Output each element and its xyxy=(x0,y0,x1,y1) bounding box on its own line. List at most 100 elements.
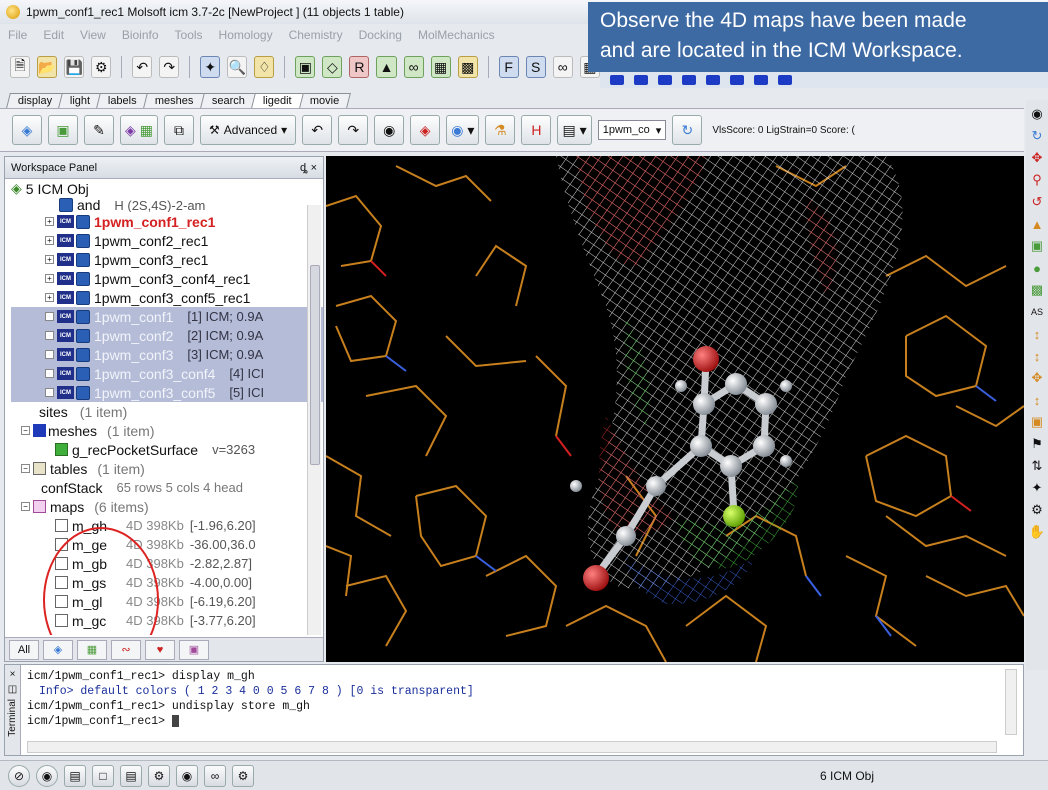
panel-window-controls[interactable]: ȡ × xyxy=(300,162,317,174)
flask-button[interactable]: ⚗ xyxy=(485,115,516,145)
map-checkbox[interactable] xyxy=(55,538,68,551)
sort-icon[interactable]: ⇅ xyxy=(1029,458,1045,474)
settings-icon[interactable]: ⚙ xyxy=(91,56,112,78)
tree-row-object[interactable]: + ICM 1pwm_conf3_rec1 xyxy=(11,250,323,269)
menu-edit[interactable]: Edit xyxy=(43,28,64,42)
collapse-icon[interactable]: − xyxy=(21,502,30,511)
box-icon[interactable]: ▣ xyxy=(1029,238,1045,254)
hbond-button[interactable]: H xyxy=(521,115,552,145)
terminal-toggle-icon[interactable]: ▤ xyxy=(120,764,142,787)
ligand-receptor-button[interactable]: ▣ xyxy=(48,115,78,145)
lock-icon[interactable]: ▣ xyxy=(1029,414,1045,430)
tab-chem-icon[interactable]: ∾ xyxy=(111,639,141,660)
tab-meshes[interactable]: meshes xyxy=(143,93,206,108)
angle-icon[interactable]: ↕ xyxy=(1029,348,1045,364)
tab-all[interactable]: All xyxy=(9,639,39,660)
color-swatch-icon[interactable] xyxy=(682,75,696,85)
map-checkbox[interactable] xyxy=(55,519,68,532)
glasses-icon[interactable]: ∞ xyxy=(204,764,226,787)
color-swatch-icon[interactable] xyxy=(610,75,624,85)
atom-icon[interactable]: ● xyxy=(1029,260,1045,276)
tab-ligedit[interactable]: ligedit xyxy=(250,93,304,108)
menu-homology[interactable]: Homology xyxy=(219,28,273,42)
glasses-icon[interactable]: ∞ xyxy=(552,56,573,78)
map-checkbox[interactable] xyxy=(55,576,68,589)
tree-row-partial[interactable]: and H (2S,4S)-2-am xyxy=(11,198,323,212)
ligand-combo[interactable]: 1pwm_co ▾ xyxy=(597,120,667,140)
molecule-icon[interactable]: ◇ xyxy=(322,56,343,78)
tree-row-map[interactable]: m_gl 4D 398Kb [-6.19,6.20] xyxy=(11,592,323,611)
tree-row-object[interactable]: + ICM 1pwm_conf2_rec1 xyxy=(11,231,323,250)
ligand-mol-button[interactable]: ◈ xyxy=(12,115,42,145)
tree-row-mesh-item[interactable]: g_recPocketSurface v=3263 xyxy=(11,440,323,459)
scrollbar-thumb[interactable] xyxy=(310,265,320,465)
tree-row-object[interactable]: + ICM 1pwm_conf3 [3] ICM; 0.9A xyxy=(11,345,323,364)
terminal-output[interactable]: icm/1pwm_conf1_rec1> display m_gh Info> … xyxy=(27,669,474,729)
save-icon[interactable]: 💾 xyxy=(64,56,85,78)
tree-row-map[interactable]: m_gb 4D 398Kb -2.82,2.87] xyxy=(11,554,323,573)
color-swatch-icon[interactable] xyxy=(706,75,720,85)
tree-row-maps[interactable]: − maps (6 items) xyxy=(11,497,323,516)
menu-bioinfo[interactable]: Bioinfo xyxy=(122,28,159,42)
expand-icon[interactable]: + xyxy=(45,293,54,302)
expand-icon[interactable]: + xyxy=(45,369,54,378)
menu-tools[interactable]: Tools xyxy=(175,28,203,42)
workspace-toggle-icon[interactable]: ▤ xyxy=(64,764,86,787)
tree-row-sites[interactable]: sites (1 item) xyxy=(11,402,323,421)
tools-icon[interactable]: ⚙ xyxy=(1029,502,1045,518)
rotate-icon[interactable]: ↻ xyxy=(1029,128,1045,144)
find-icon[interactable]: 🔍 xyxy=(227,56,248,78)
tree-row-object[interactable]: + ICM 1pwm_conf3_conf5 [5] ICI xyxy=(11,383,323,402)
advanced-dropdown[interactable]: ⚒ Advanced ▾ xyxy=(200,115,297,145)
tab-tables-icon[interactable]: ▦ xyxy=(77,639,107,660)
expand-icon[interactable]: + xyxy=(45,388,54,397)
grid-icon[interactable]: ▩ xyxy=(457,56,478,78)
stereo-icon[interactable]: S xyxy=(525,56,546,78)
expand-icon[interactable]: + xyxy=(45,312,54,321)
ligand-icon[interactable]: ▲ xyxy=(376,56,397,78)
tree-scrollbar[interactable] xyxy=(307,205,321,635)
float-icon[interactable]: ◫ xyxy=(8,684,17,695)
close-icon[interactable]: × xyxy=(10,669,16,680)
undo-icon[interactable]: ↶ xyxy=(132,56,153,78)
center-icon[interactable]: ▲ xyxy=(1029,216,1045,232)
tree-row-meshes[interactable]: − meshes (1 item) xyxy=(11,421,323,440)
residue-icon[interactable]: R xyxy=(349,56,370,78)
settings-icon[interactable]: ⚙ xyxy=(148,764,170,787)
menu-chemistry[interactable]: Chemistry xyxy=(289,28,343,42)
color-swatch-icon[interactable] xyxy=(730,75,744,85)
tree-row-map[interactable]: m_gh 4D 398Kb [-1.96,6.20] xyxy=(11,516,323,535)
torsion-icon[interactable]: ✥ xyxy=(1029,370,1045,386)
tab-labels[interactable]: labels xyxy=(96,93,150,108)
select-icon[interactable]: ▩ xyxy=(1029,282,1045,298)
distance-icon[interactable]: ↕ xyxy=(1029,326,1045,342)
measure-icon[interactable]: ↕ xyxy=(1029,392,1045,408)
stop-icon[interactable]: ⊘ xyxy=(8,764,30,787)
fog-icon[interactable]: F xyxy=(498,56,519,78)
color-swatch-icon[interactable] xyxy=(778,75,792,85)
expand-icon[interactable]: + xyxy=(45,350,54,359)
tree-row-object[interactable]: + ICM 1pwm_conf2 [2] ICM; 0.9A xyxy=(11,326,323,345)
tree-row-object[interactable]: + ICM 1pwm_conf1 [1] ICM; 0.9A xyxy=(11,307,323,326)
color-swatch-icon[interactable] xyxy=(634,75,648,85)
label-icon[interactable]: ⚑ xyxy=(1029,436,1045,452)
expand-icon[interactable]: + xyxy=(45,236,54,245)
tab-maps-icon[interactable]: ▣ xyxy=(179,639,209,660)
terminal-horizontal-scrollbar[interactable] xyxy=(27,741,997,753)
redo-icon[interactable]: ↷ xyxy=(159,56,180,78)
map-checkbox[interactable] xyxy=(55,595,68,608)
zoom-icon[interactable]: ⚲ xyxy=(1029,172,1045,188)
tree-row-map[interactable]: m_gs 4D 398Kb -4.00,0.00] xyxy=(11,573,323,592)
tree-row-object[interactable]: + ICM 1pwm_conf3_conf5_rec1 xyxy=(11,288,323,307)
menu-file[interactable]: File xyxy=(8,28,27,42)
tree-root[interactable]: ◈ 5 ICM Obj xyxy=(11,179,323,198)
tree-row-map[interactable]: m_ge 4D 398Kb -36.00,36.0 xyxy=(11,535,323,554)
redo-button[interactable]: ↷ xyxy=(338,115,369,145)
tree-row-object[interactable]: + ICM 1pwm_conf3_conf4 [4] ICI xyxy=(11,364,323,383)
expand-icon[interactable]: + xyxy=(45,255,54,264)
window-icon[interactable]: □ xyxy=(92,764,114,787)
open-folder-icon[interactable]: 📂 xyxy=(37,56,58,78)
undo-button[interactable]: ↶ xyxy=(302,115,333,145)
edit-ligand-button[interactable]: ✎ xyxy=(84,115,114,145)
tree-row-table-item[interactable]: confStack 65 rows 5 cols 4 head xyxy=(11,478,323,497)
